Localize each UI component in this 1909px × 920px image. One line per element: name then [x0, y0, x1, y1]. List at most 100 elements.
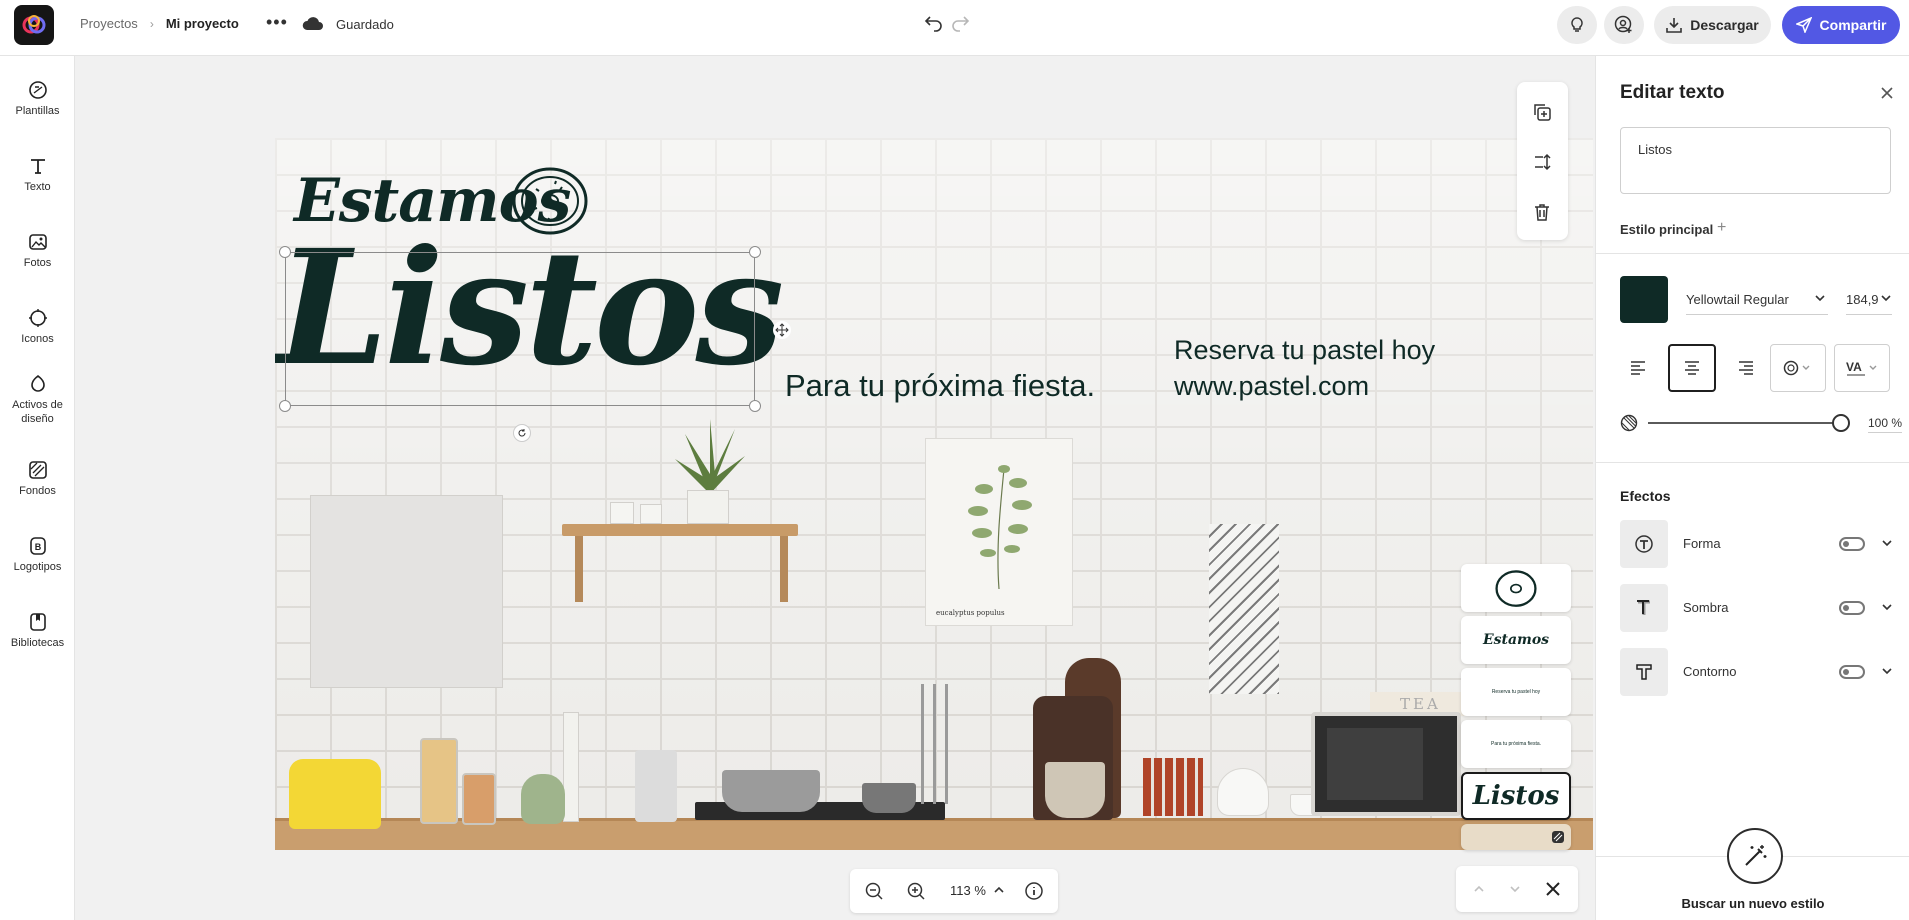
resize-handle-bottom-left[interactable] — [279, 400, 291, 412]
layer-thumbnail-listos[interactable]: Listos — [1461, 772, 1571, 820]
text-style-dropdown[interactable] — [1770, 344, 1826, 392]
sidebar-item-backgrounds[interactable]: Fondos — [0, 460, 75, 498]
pasta-jar — [420, 738, 458, 824]
magic-wand-icon — [1745, 845, 1767, 866]
sidebar-item-libraries[interactable]: Bibliotecas — [0, 612, 75, 650]
layer-thumbnail-tagline[interactable]: Para tu próxima fiesta. — [1461, 720, 1571, 768]
info-icon[interactable] — [1024, 881, 1044, 906]
opacity-slider-knob[interactable] — [1832, 414, 1850, 432]
selection-box[interactable] — [285, 252, 755, 406]
chevron-down-icon[interactable] — [1880, 600, 1894, 614]
plant-pot — [687, 490, 729, 524]
potted-plant-image — [675, 414, 745, 494]
find-new-style-label[interactable]: Buscar un nuevo estilo — [1596, 896, 1909, 911]
ideas-bulb-button[interactable] — [1557, 6, 1597, 44]
save-status: Guardado — [336, 17, 394, 32]
layer-thumbnail-estamos[interactable]: Estamos — [1461, 616, 1571, 664]
sidebar-item-label: Plantillas — [15, 105, 60, 117]
zoom-in-icon[interactable] — [906, 881, 926, 906]
download-label: Descargar — [1690, 17, 1759, 33]
bowls — [1045, 762, 1105, 818]
move-handle-icon[interactable] — [773, 321, 791, 339]
resize-handle-bottom-right[interactable] — [749, 400, 761, 412]
opacity-slider-track[interactable] — [1648, 422, 1840, 424]
outline-effect-icon — [1620, 648, 1668, 696]
close-icon[interactable] — [1880, 86, 1894, 105]
opacity-value[interactable]: 100 % — [1868, 416, 1903, 433]
font-family-select[interactable]: Yellowtail Regular — [1686, 286, 1828, 315]
microwave — [1311, 712, 1461, 816]
small-pot — [610, 502, 634, 524]
breadcrumb-projects-link[interactable]: Proyectos — [80, 16, 138, 31]
align-right-button[interactable] — [1722, 344, 1770, 392]
cta-text-block[interactable]: Reserva tu pastel hoy www.pastel.com — [1174, 332, 1435, 404]
close-icon[interactable] — [1544, 880, 1562, 903]
app-logo-icon[interactable] — [14, 5, 54, 45]
find-new-style-button[interactable] — [1727, 828, 1783, 884]
align-left-button[interactable] — [1614, 344, 1662, 392]
chevron-down-icon[interactable] — [1880, 664, 1894, 678]
lightbulb-icon — [1571, 17, 1583, 32]
shelf-bracket — [780, 536, 788, 602]
chevron-down-icon[interactable] — [1880, 536, 1894, 550]
shape-effect-icon — [1620, 520, 1668, 568]
zoom-level[interactable]: 113 % — [950, 883, 986, 898]
sidebar-item-design-assets[interactable]: Activos de diseño — [0, 374, 75, 426]
font-size-select[interactable]: 184,9 — [1846, 286, 1892, 315]
chevron-up-icon[interactable] — [1472, 882, 1486, 901]
sidebar-item-logos[interactable]: B Logotipos — [0, 536, 75, 574]
small-pot — [640, 504, 662, 524]
trash-icon[interactable] — [1532, 202, 1552, 227]
logos-icon: B — [29, 537, 46, 555]
sidebar-item-icons[interactable]: Iconos — [0, 308, 75, 346]
design-canvas[interactable]: eucalyptus populus TEA Estamos Listos Pa… — [275, 138, 1593, 850]
outline-effect-toggle[interactable] — [1839, 665, 1865, 679]
zoom-controls: 113 % — [850, 869, 1058, 913]
effect-row-shadow: Sombra — [1620, 584, 1892, 632]
design-assets-icon — [30, 374, 45, 392]
layer-thumbnail-reserva[interactable]: Reserva tu pastel hoy — [1461, 668, 1571, 716]
chevron-down-icon[interactable] — [1508, 882, 1522, 901]
duplicate-icon[interactable] — [1532, 102, 1552, 127]
layer-thumbnail-background[interactable] — [1461, 824, 1571, 850]
blank-canvas-image — [310, 495, 503, 688]
shape-effect-toggle[interactable] — [1839, 537, 1865, 551]
sidebar-item-label: Activos de diseño — [12, 399, 63, 425]
pasta-jar — [462, 773, 496, 825]
more-options-icon[interactable]: ••• — [266, 12, 288, 33]
resize-handle-top-left[interactable] — [279, 246, 291, 258]
zoom-out-icon[interactable] — [864, 881, 884, 906]
chevron-right-icon: › — [149, 16, 154, 31]
rotate-handle-icon[interactable] — [513, 424, 531, 442]
sidebar-item-label: Logotipos — [13, 561, 62, 573]
undo-icon[interactable] — [924, 13, 944, 38]
sidebar-item-label: Fondos — [19, 485, 56, 497]
download-button[interactable]: Descargar — [1654, 6, 1771, 44]
redo-icon[interactable] — [950, 13, 970, 38]
sidebar-item-templates[interactable]: Plantillas — [0, 80, 75, 118]
vase — [521, 774, 565, 824]
align-right-icon — [1739, 361, 1753, 375]
share-button[interactable]: Compartir — [1782, 6, 1900, 44]
chevron-up-icon[interactable] — [992, 883, 1006, 902]
sidebar-item-label: Bibliotecas — [10, 637, 65, 649]
text-color-swatch[interactable] — [1620, 276, 1668, 323]
cooking-pot — [722, 770, 820, 812]
sidebar-item-text[interactable]: Texto — [0, 156, 75, 194]
arrange-layers-icon[interactable] — [1532, 152, 1552, 177]
project-name[interactable]: Mi proyecto — [166, 16, 239, 31]
shelf-bracket — [575, 536, 583, 602]
character-spacing-dropdown[interactable]: VA — [1834, 344, 1890, 392]
align-center-button[interactable] — [1668, 344, 1716, 392]
text-content-input[interactable]: Listos — [1620, 127, 1891, 194]
plus-icon[interactable]: + — [1717, 219, 1726, 237]
layer-thumbnail-donut[interactable] — [1461, 564, 1571, 612]
resize-handle-top-right[interactable] — [749, 246, 761, 258]
shadow-effect-toggle[interactable] — [1839, 601, 1865, 615]
shadow-effect-icon — [1620, 584, 1668, 632]
share-label: Compartir — [1819, 17, 1887, 33]
tagline-text[interactable]: Para tu próxima fiesta. — [785, 368, 1095, 404]
sidebar-item-photos[interactable]: Fotos — [0, 232, 75, 270]
main-style-label[interactable]: Estilo principal — [1620, 222, 1713, 237]
invite-collaborator-button[interactable] — [1604, 6, 1644, 44]
